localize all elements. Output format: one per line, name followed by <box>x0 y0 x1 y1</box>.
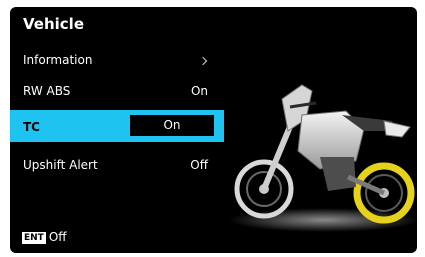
vehicle-menu: Information RW ABS On TC On Upshift Aler… <box>10 7 224 253</box>
menu-item-label: Information <box>23 53 93 67</box>
footer-hint-text: Off <box>48 230 67 244</box>
menu-item-value: Off <box>190 158 208 172</box>
chevron-right-icon <box>198 56 208 66</box>
tc-value-selector[interactable]: On <box>130 115 214 136</box>
footer-hint: ENT Off <box>22 230 67 244</box>
ent-key-icon: ENT <box>22 232 46 244</box>
menu-item-label: TC <box>23 120 40 134</box>
vehicle-screen: Vehicle Information RW ABS On TC On Upsh… <box>10 7 417 253</box>
menu-item-label: Upshift Alert <box>23 158 98 172</box>
menu-item-information[interactable]: Information <box>10 45 224 75</box>
menu-item-rw-abs[interactable]: RW ABS On <box>10 76 224 106</box>
menu-item-value: On <box>190 84 208 98</box>
motorcycle-image <box>229 84 417 232</box>
menu-item-tc[interactable]: TC On <box>10 110 224 142</box>
menu-item-label: RW ABS <box>23 84 71 98</box>
menu-item-upshift-alert[interactable]: Upshift Alert Off <box>10 150 224 180</box>
